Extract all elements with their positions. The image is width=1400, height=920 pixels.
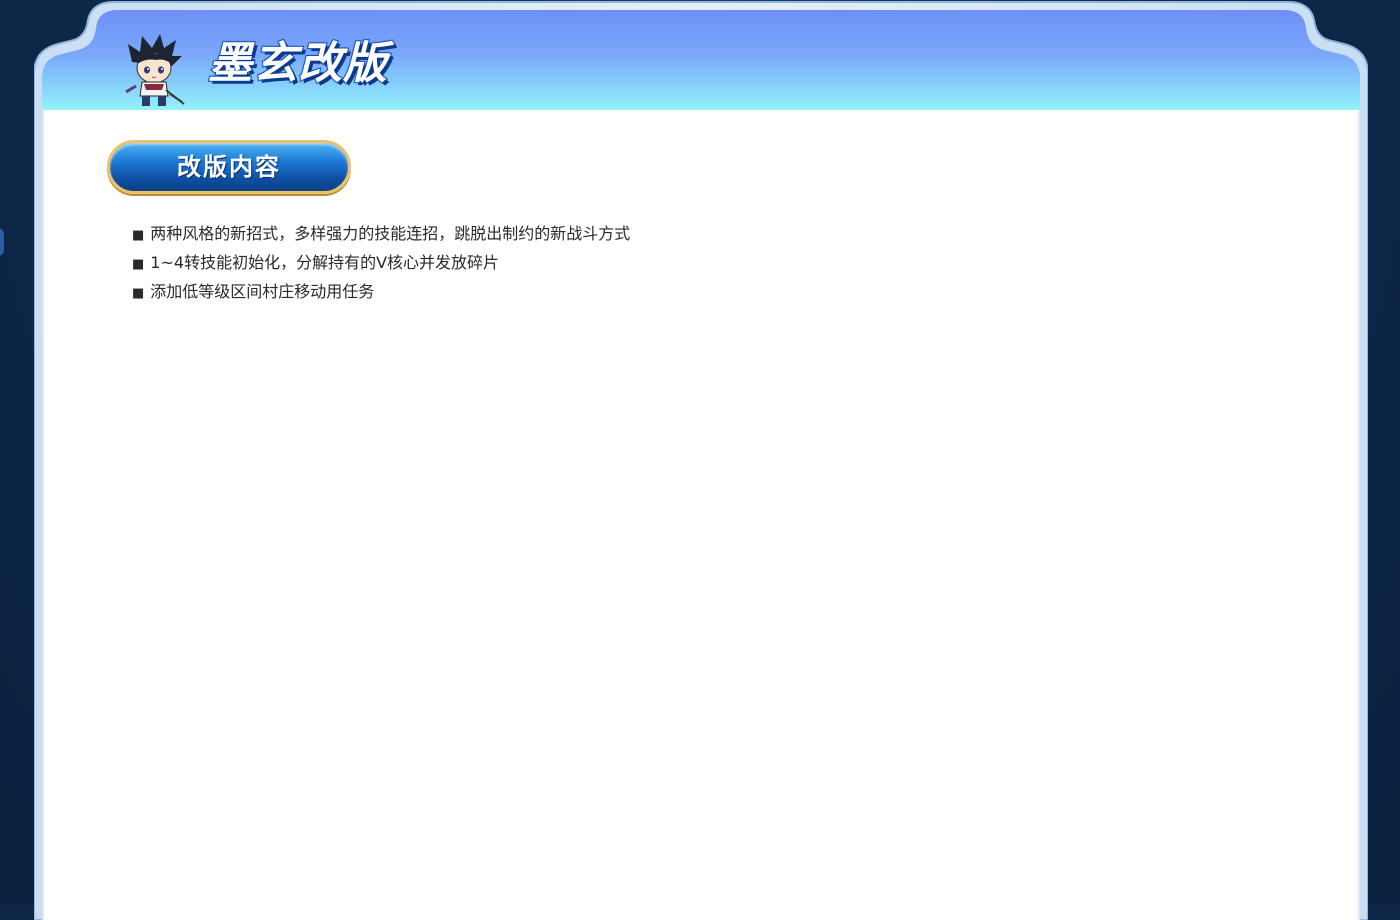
- page-title: 墨玄改版: [207, 37, 388, 90]
- main-panel: 墨玄改版 改版内容 ■ 两种风格的新招式，多样强力的技能连招，跳脱出制约的新战斗方…: [34, 0, 1368, 920]
- section-tab-label: 改版内容: [177, 152, 281, 181]
- content-area: 改版内容 ■ 两种风格的新招式，多样强力的技能连招，跳脱出制约的新战斗方式 ■ 1~…: [44, 110, 1358, 920]
- bullet-icon: ■: [132, 257, 145, 272]
- header-banner: 墨玄改版: [42, 0, 1360, 110]
- list-item: ■ 1~4转技能初始化，分解持有的V核心并发放碎片: [132, 249, 630, 278]
- list-item-text: 两种风格的新招式，多样强力的技能连招，跳脱出制约的新战斗方式: [150, 224, 631, 243]
- list-item-text: 添加低等级区间村庄移动用任务: [150, 282, 375, 301]
- side-scroll-handle[interactable]: [0, 228, 4, 256]
- list-item-text: 1~4转技能初始化，分解持有的V核心并发放碎片: [150, 253, 500, 272]
- bullet-icon: ■: [132, 228, 145, 243]
- list-item: ■ 两种风格的新招式，多样强力的技能连招，跳脱出制约的新战斗方式: [132, 220, 630, 249]
- chibi-character-avatar-icon: [125, 34, 185, 106]
- list-item: ■ 添加低等级区间村庄移动用任务: [132, 278, 630, 307]
- bullet-icon: ■: [132, 286, 145, 301]
- update-content-list: ■ 两种风格的新招式，多样强力的技能连招，跳脱出制约的新战斗方式 ■ 1~4转技能初…: [132, 220, 630, 307]
- section-tab-update-content[interactable]: 改版内容: [107, 140, 351, 194]
